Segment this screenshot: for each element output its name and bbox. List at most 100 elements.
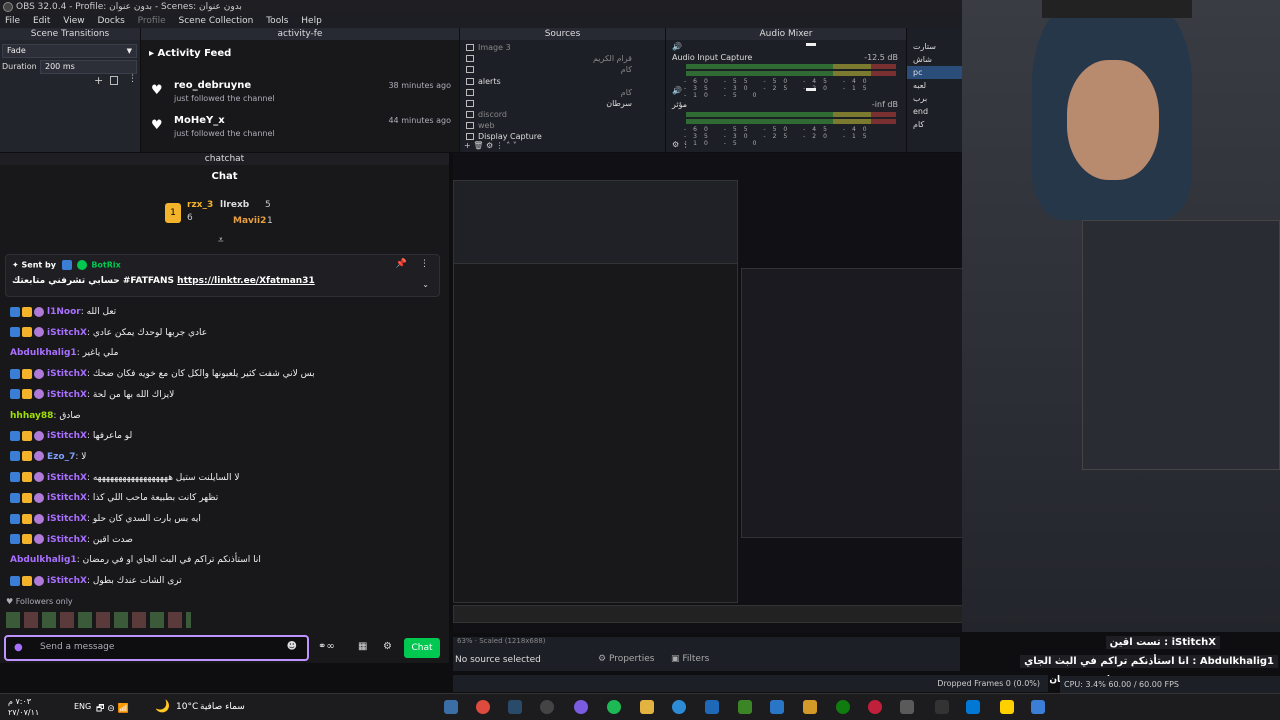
folder-icon[interactable] <box>640 700 654 714</box>
app-icon[interactable] <box>868 700 882 714</box>
source-item[interactable]: سرطان <box>464 98 660 109</box>
leaderboard-rank-icon: 1 <box>165 203 181 223</box>
scene-item[interactable]: لعبه <box>907 79 962 92</box>
app-icon[interactable] <box>935 700 949 714</box>
settings-icon[interactable]: ⚙ <box>383 641 392 652</box>
source-item[interactable]: كام <box>464 64 660 75</box>
menu-dots-icon[interactable]: ⋮ <box>420 259 429 269</box>
chrome-icon[interactable] <box>476 700 490 714</box>
discord-icon[interactable] <box>574 700 588 714</box>
app-icon[interactable] <box>803 700 817 714</box>
chat-username[interactable]: iStitchX <box>47 369 87 379</box>
source-item[interactable]: discord <box>464 109 660 120</box>
menu-docks[interactable]: Docks <box>92 16 129 26</box>
source-item[interactable]: قرام الكريم <box>464 53 660 64</box>
emote-row[interactable] <box>6 612 191 628</box>
chat-username[interactable]: Abdulkhalig1 <box>10 555 77 565</box>
vscode-icon[interactable] <box>705 700 719 714</box>
menu-dots-icon[interactable]: ⋮ <box>128 74 137 84</box>
volume-slider[interactable] <box>806 88 816 91</box>
windows-start-icon[interactable] <box>1031 700 1045 714</box>
obs-icon[interactable] <box>540 700 554 714</box>
avatar <box>34 430 44 441</box>
outlook-icon[interactable] <box>770 700 784 714</box>
edge-icon[interactable] <box>672 700 686 714</box>
menu-file[interactable]: File <box>0 16 25 26</box>
pinned-text: حسابي تشرفني متابعتك #FATFANS <box>12 276 175 286</box>
pinned-sender[interactable]: BotRix <box>91 261 120 270</box>
speaker-icon[interactable]: 🔊 <box>672 42 682 51</box>
menu-profile[interactable]: Profile <box>133 16 171 26</box>
pinned-link[interactable]: https://linktr.ee/Xfatman31 <box>177 276 315 286</box>
sources-toolbar[interactable]: + 🗑 ⚙ ⋮ ˄ ˅ <box>464 141 517 150</box>
scene-item[interactable]: ستارت <box>907 40 962 53</box>
emoji-icon[interactable]: ☻ <box>287 641 297 652</box>
points-icon[interactable]: ⚭∞ <box>318 641 335 652</box>
xbox-icon[interactable] <box>836 700 850 714</box>
system-tray-icons[interactable]: 🗗 ⊝ 📶 <box>96 701 129 717</box>
collapse-icon[interactable]: ⩡ <box>218 235 224 246</box>
app-icon[interactable] <box>1000 700 1014 714</box>
chat-username[interactable]: hhhay88 <box>10 411 53 421</box>
steam-icon[interactable] <box>508 700 522 714</box>
chat-username[interactable]: iStitchX <box>47 328 87 338</box>
spotify-icon[interactable] <box>607 700 621 714</box>
chat-username[interactable]: iStitchX <box>47 473 87 483</box>
camera-icon <box>466 66 474 73</box>
chevron-right-icon[interactable]: ▸ <box>149 48 158 59</box>
source-item[interactable]: Image 3 <box>464 42 660 53</box>
pin-icon[interactable]: 📌 <box>396 259 407 269</box>
scene-item[interactable]: pc <box>907 66 962 79</box>
mixer-toolbar[interactable]: ⚙ ⋮ <box>672 140 690 149</box>
add-icon[interactable]: + <box>94 74 103 87</box>
chat-input-placeholder: Send a message <box>40 642 115 652</box>
chat-username[interactable]: iStitchX <box>47 514 87 524</box>
chat-username[interactable]: iStitchX <box>47 535 87 545</box>
chat-username[interactable]: Abdulkhalig1 <box>10 348 77 358</box>
scene-item[interactable]: شاش <box>907 53 962 66</box>
chevron-down-icon[interactable]: ⌄ <box>422 280 429 289</box>
chat-username[interactable]: l1Noor <box>47 307 81 317</box>
leader-name[interactable]: Mavii2 <box>233 216 266 226</box>
crown-badge-icon <box>22 534 32 545</box>
source-item[interactable]: alerts <box>464 76 660 87</box>
leader-name[interactable]: lIrexb <box>220 200 249 210</box>
chat-username[interactable]: Ezo_7 <box>47 452 75 462</box>
steam-icon[interactable] <box>444 700 458 714</box>
chat-username[interactable]: iStitchX <box>47 431 87 441</box>
trash-icon[interactable] <box>110 76 118 85</box>
menu-edit[interactable]: Edit <box>28 16 55 26</box>
scene-item[interactable]: كام <box>907 118 962 131</box>
scene-item[interactable]: end <box>907 105 962 118</box>
microphone-icon[interactable]: ● <box>14 642 23 653</box>
app-icon[interactable] <box>966 700 980 714</box>
source-item[interactable]: كام <box>464 87 660 98</box>
source-item[interactable]: web <box>464 120 660 131</box>
language-indicator[interactable]: ENG <box>74 702 91 711</box>
scene-item[interactable]: برب <box>907 92 962 105</box>
clock-date[interactable]: ٢٧/٠٧/١١ <box>8 707 39 718</box>
preview-canvas[interactable] <box>453 153 963 633</box>
chat-input[interactable]: ● Send a message ☻ <box>4 635 309 661</box>
leader-name[interactable]: rzx_3 <box>187 200 213 210</box>
menu-scene-collection[interactable]: Scene Collection <box>174 16 259 26</box>
chat-text: لا <box>81 451 87 462</box>
filters-button[interactable]: ▣ Filters <box>671 654 709 664</box>
menu-help[interactable]: Help <box>296 16 327 26</box>
properties-button[interactable]: ⚙ Properties <box>598 654 654 664</box>
minecraft-icon[interactable] <box>738 700 752 714</box>
chat-send-button[interactable]: Chat <box>404 638 440 658</box>
chat-username[interactable]: iStitchX <box>47 390 87 400</box>
app-icon[interactable] <box>900 700 914 714</box>
store-icon[interactable]: ▦ <box>358 641 367 652</box>
duration-field[interactable]: 200 ms <box>40 60 137 74</box>
clock-time[interactable]: ٧:٠٣ م <box>8 696 39 707</box>
menu-view[interactable]: View <box>58 16 89 26</box>
preview-scrollbar[interactable]: 63% · Scaled (1218x688) <box>453 637 960 651</box>
speaker-icon[interactable]: 🔊 <box>672 86 682 95</box>
menu-tools[interactable]: Tools <box>261 16 293 26</box>
volume-slider[interactable] <box>806 43 816 46</box>
chat-username[interactable]: iStitchX <box>47 576 87 586</box>
chat-username[interactable]: iStitchX <box>47 493 87 503</box>
transition-select[interactable]: Fade ▼ <box>2 44 137 58</box>
